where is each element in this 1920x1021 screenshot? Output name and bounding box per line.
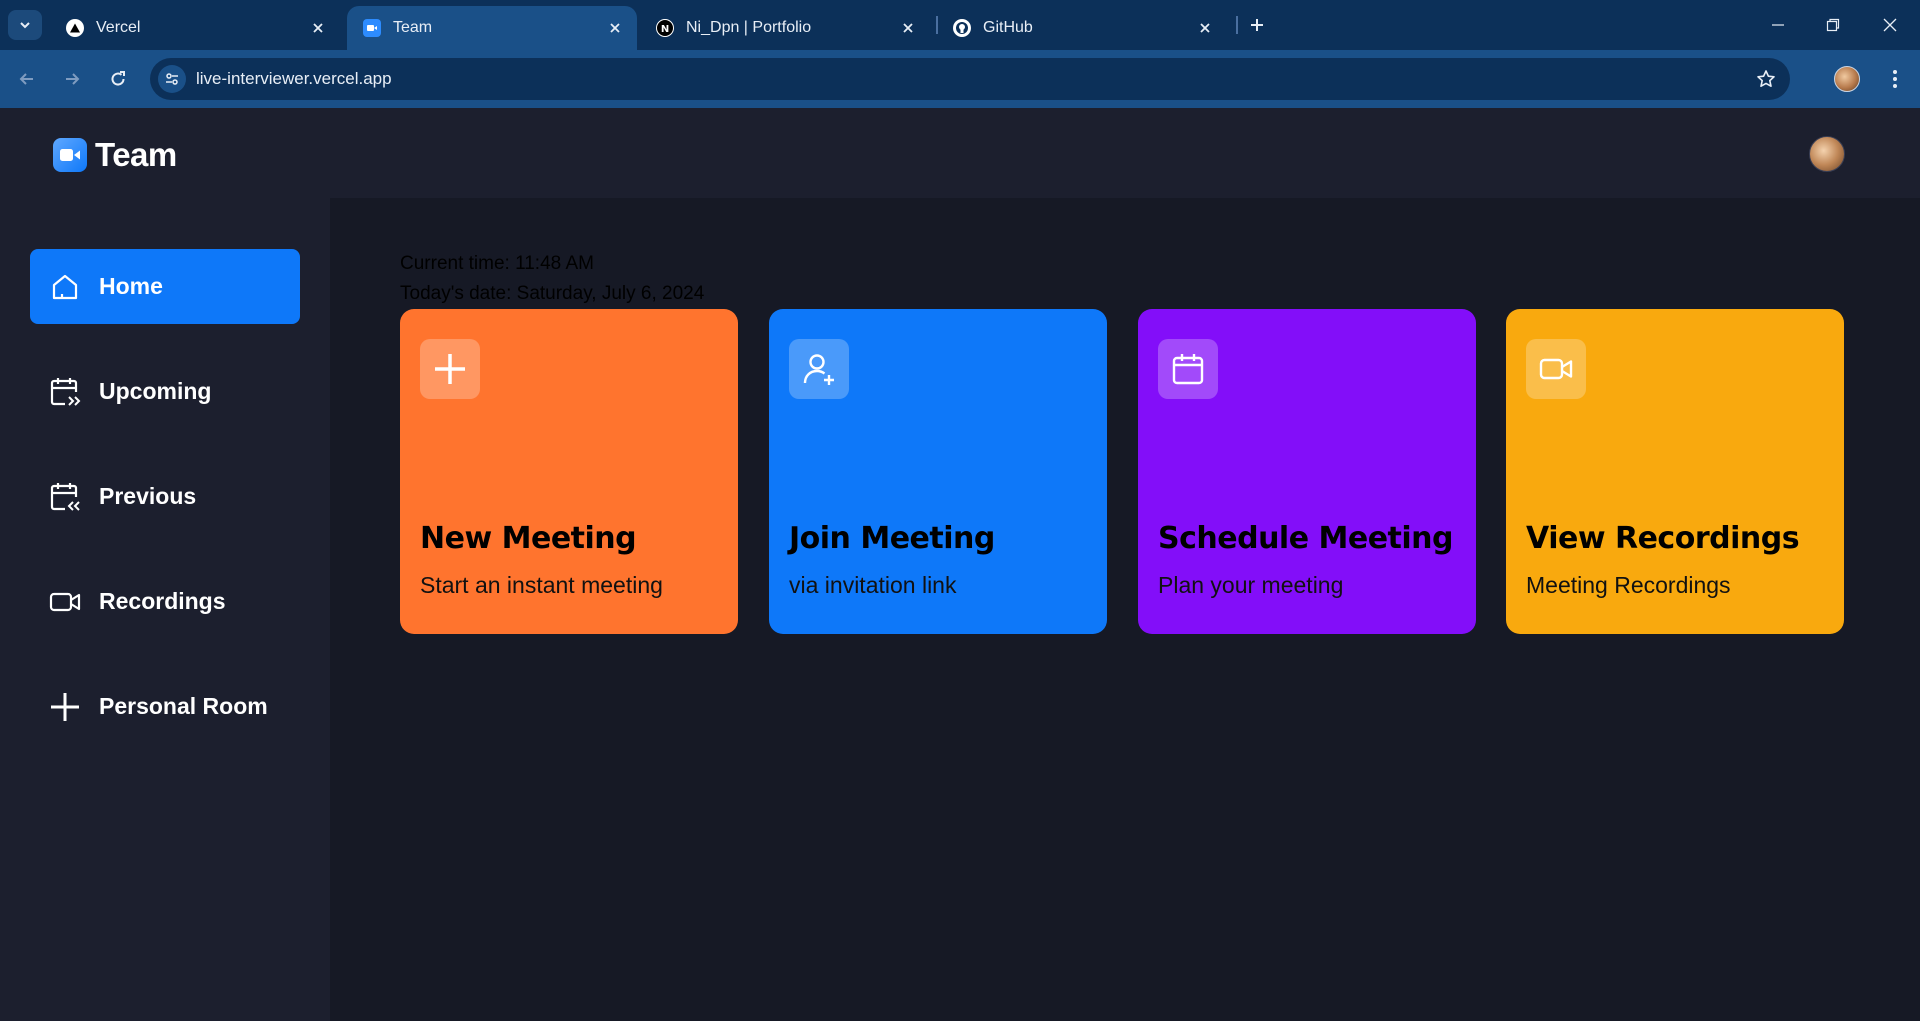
browser-toolbar: live-interviewer.vercel.app [0, 50, 1920, 108]
video-camera-icon [363, 19, 381, 37]
card-subtitle: Start an instant meeting [420, 572, 663, 598]
sidebar-item-upcoming[interactable]: Upcoming [30, 354, 300, 429]
forward-button[interactable] [57, 64, 87, 94]
plus-icon [48, 690, 82, 724]
browser-profile-avatar[interactable] [1834, 66, 1860, 92]
close-icon[interactable] [605, 18, 625, 38]
tab-separator [1236, 16, 1238, 34]
restore-icon [1826, 18, 1840, 32]
card-title: New Meeting [420, 521, 637, 556]
card-title: View Recordings [1526, 521, 1800, 556]
video-icon [1526, 339, 1586, 399]
tab-search-button[interactable] [8, 10, 42, 40]
tab-separator [936, 16, 938, 34]
calendar-back-icon [48, 480, 82, 514]
site-info-button[interactable] [158, 65, 186, 93]
reload-button[interactable] [103, 64, 133, 94]
video-icon [48, 585, 82, 619]
sidebar-item-label: Home [99, 273, 163, 299]
view-recordings-card[interactable]: View Recordings Meeting Recordings [1506, 309, 1844, 634]
minimize-icon [1772, 24, 1784, 26]
sidebar-item-personal-room[interactable]: Personal Room [30, 669, 300, 744]
tab-vercel[interactable]: Vercel [50, 6, 340, 50]
calendar-icon [1158, 339, 1218, 399]
tab-title: Ni_Dpn | Portfolio [686, 19, 812, 36]
close-icon[interactable] [1195, 18, 1215, 38]
app-name: Team [95, 136, 177, 173]
star-icon [1757, 70, 1775, 87]
chevron-down-icon [20, 22, 30, 29]
sidebar-item-home[interactable]: Home [30, 249, 300, 324]
schedule-meeting-card[interactable]: Schedule Meeting Plan your meeting [1138, 309, 1476, 634]
home-icon [48, 270, 82, 304]
browser-menu-button[interactable] [1880, 64, 1910, 94]
user-plus-icon [789, 339, 849, 399]
tab-portfolio[interactable]: N Ni_Dpn | Portfolio [640, 6, 930, 50]
window-close-button[interactable] [1870, 10, 1910, 40]
card-title: Schedule Meeting [1158, 521, 1454, 556]
sidebar: Home Upcoming Previous Recordings Person… [0, 198, 330, 1021]
calendar-forward-icon [48, 375, 82, 409]
more-vertical-icon [1893, 70, 1897, 88]
tab-github[interactable]: GitHub [937, 6, 1227, 50]
n-logo-icon: N [656, 19, 674, 37]
svg-text:N: N [661, 24, 669, 34]
github-icon [953, 19, 971, 37]
browser-tab-bar: Vercel Team N Ni_Dpn | Portfolio GitHub [0, 0, 1920, 50]
card-title: Join Meeting [789, 521, 995, 556]
minimize-button[interactable] [1758, 10, 1798, 40]
sidebar-item-recordings[interactable]: Recordings [30, 564, 300, 639]
sidebar-item-label: Personal Room [99, 693, 268, 719]
new-meeting-card[interactable]: New Meeting Start an instant meeting [400, 309, 738, 634]
todays-date: Today's date: Saturday, July 6, 2024 [400, 283, 705, 304]
tab-title: Team [393, 19, 433, 36]
close-icon [1883, 18, 1897, 32]
app-header: Team [0, 108, 1920, 198]
current-time: Current time: 11:48 AM [400, 253, 594, 274]
video-camera-icon [53, 138, 87, 172]
join-meeting-card[interactable]: Join Meeting via invitation link [769, 309, 1107, 634]
sidebar-item-label: Recordings [99, 588, 226, 614]
close-icon[interactable] [898, 18, 918, 38]
tab-title: Vercel [96, 19, 141, 36]
arrow-right-icon [66, 73, 80, 85]
card-subtitle: Meeting Recordings [1526, 572, 1731, 598]
reload-icon [111, 71, 125, 86]
sidebar-item-label: Upcoming [99, 378, 212, 404]
back-button[interactable] [12, 64, 42, 94]
app-logo[interactable]: Team [53, 136, 177, 174]
restore-button[interactable] [1813, 10, 1853, 40]
new-tab-button[interactable] [1244, 12, 1270, 38]
arrow-left-icon [19, 73, 33, 85]
bookmark-button[interactable] [1754, 67, 1778, 91]
url-text[interactable]: live-interviewer.vercel.app [196, 69, 392, 89]
tab-team[interactable]: Team [347, 6, 637, 50]
sidebar-item-previous[interactable]: Previous [30, 459, 300, 534]
user-avatar[interactable] [1809, 136, 1845, 172]
plus-icon [1251, 19, 1263, 31]
sidebar-item-label: Previous [99, 483, 197, 509]
card-subtitle: via invitation link [789, 572, 957, 598]
card-subtitle: Plan your meeting [1158, 572, 1344, 598]
plus-icon [420, 339, 480, 399]
vercel-icon [66, 19, 84, 37]
address-bar[interactable]: live-interviewer.vercel.app [150, 58, 1790, 100]
tab-title: GitHub [983, 19, 1033, 36]
tune-icon [166, 73, 178, 85]
close-icon[interactable] [308, 18, 328, 38]
main-content: Current time: 11:48 AM Today's date: Sat… [330, 198, 1920, 1021]
